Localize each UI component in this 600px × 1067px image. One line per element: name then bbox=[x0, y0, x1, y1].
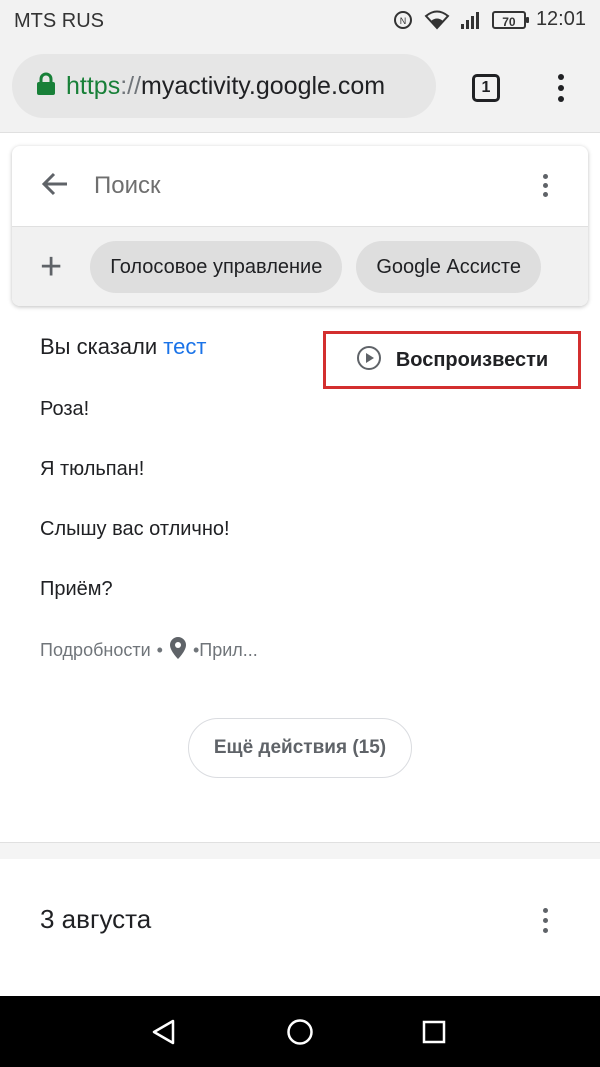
filter-chips: + Голосовое управление Google Ассисте bbox=[12, 226, 588, 306]
search-row: Поиск bbox=[12, 146, 588, 226]
date-section: 3 августа bbox=[0, 858, 600, 996]
status-bar: MTS RUS N 70 12:01 bbox=[0, 0, 600, 40]
response-line: Приём? bbox=[40, 578, 113, 600]
signal-icon bbox=[460, 10, 482, 30]
more-options-icon[interactable] bbox=[543, 174, 548, 201]
carrier-name: MTS RUS bbox=[14, 10, 104, 32]
data-saver-icon: N bbox=[392, 9, 414, 31]
details-app: •Прил... bbox=[192, 640, 258, 660]
nav-home-icon[interactable] bbox=[286, 1018, 314, 1051]
response-line: Слышу вас отлично! bbox=[40, 518, 230, 540]
activity-item: Вы сказали тест Воспроизвести Роза! Я тю… bbox=[0, 306, 600, 841]
lock-icon bbox=[36, 72, 56, 101]
response-line: Я тюльпан! bbox=[40, 458, 145, 480]
more-actions-button[interactable]: Ещё действия (15) bbox=[188, 718, 412, 778]
address-bar[interactable]: https://myactivity.google.com bbox=[12, 54, 436, 118]
response-line: Роза! bbox=[40, 398, 90, 420]
browser-toolbar: https://myactivity.google.com 1 bbox=[0, 40, 600, 133]
chip-google-assistant[interactable]: Google Ассисте bbox=[356, 241, 541, 293]
details-row: Подробности • •Прил... bbox=[40, 636, 258, 665]
details-link[interactable]: Подробности bbox=[40, 640, 151, 661]
date-menu-icon[interactable] bbox=[543, 908, 548, 938]
nav-recents-icon[interactable] bbox=[422, 1020, 446, 1049]
url-separator: :// bbox=[120, 71, 142, 100]
wifi-icon bbox=[424, 10, 450, 30]
url-host: myactivity.google.com bbox=[141, 71, 386, 100]
location-pin-icon[interactable] bbox=[169, 636, 187, 665]
clock: 12:01 bbox=[535, 8, 586, 30]
play-button[interactable]: Воспроизвести bbox=[323, 331, 581, 389]
nav-back-icon[interactable] bbox=[150, 1018, 178, 1051]
status-indicators: N 70 12:01 bbox=[392, 8, 586, 31]
system-navigation-bar bbox=[0, 996, 600, 1067]
response-lines: Роза! Я тюльпан! Слышу вас отлично! Приё… bbox=[40, 398, 230, 638]
date-heading: 3 августа bbox=[40, 904, 152, 934]
url-scheme: https bbox=[66, 71, 121, 100]
url-text: https://myactivity.google.com bbox=[66, 72, 385, 101]
add-filter-icon[interactable]: + bbox=[40, 248, 62, 286]
play-circle-icon bbox=[356, 345, 382, 376]
arrow-left-icon[interactable] bbox=[40, 169, 70, 204]
tab-switcher-button[interactable]: 1 bbox=[472, 74, 500, 102]
search-input[interactable]: Поиск bbox=[94, 172, 161, 200]
svg-text:N: N bbox=[400, 16, 407, 26]
search-card: Поиск + Голосовое управление Google Асси… bbox=[12, 146, 588, 306]
chip-voice-control[interactable]: Голосовое управление bbox=[90, 241, 343, 293]
said-prefix: Вы сказали bbox=[40, 334, 158, 359]
query-link[interactable]: тест bbox=[163, 334, 206, 359]
activity-title: Вы сказали тест bbox=[40, 334, 206, 360]
play-label: Воспроизвести bbox=[395, 348, 549, 371]
section-divider bbox=[0, 842, 600, 859]
battery-icon: 70 bbox=[491, 10, 529, 29]
browser-menu-icon[interactable] bbox=[558, 74, 566, 107]
details-bullet: • bbox=[156, 640, 163, 660]
